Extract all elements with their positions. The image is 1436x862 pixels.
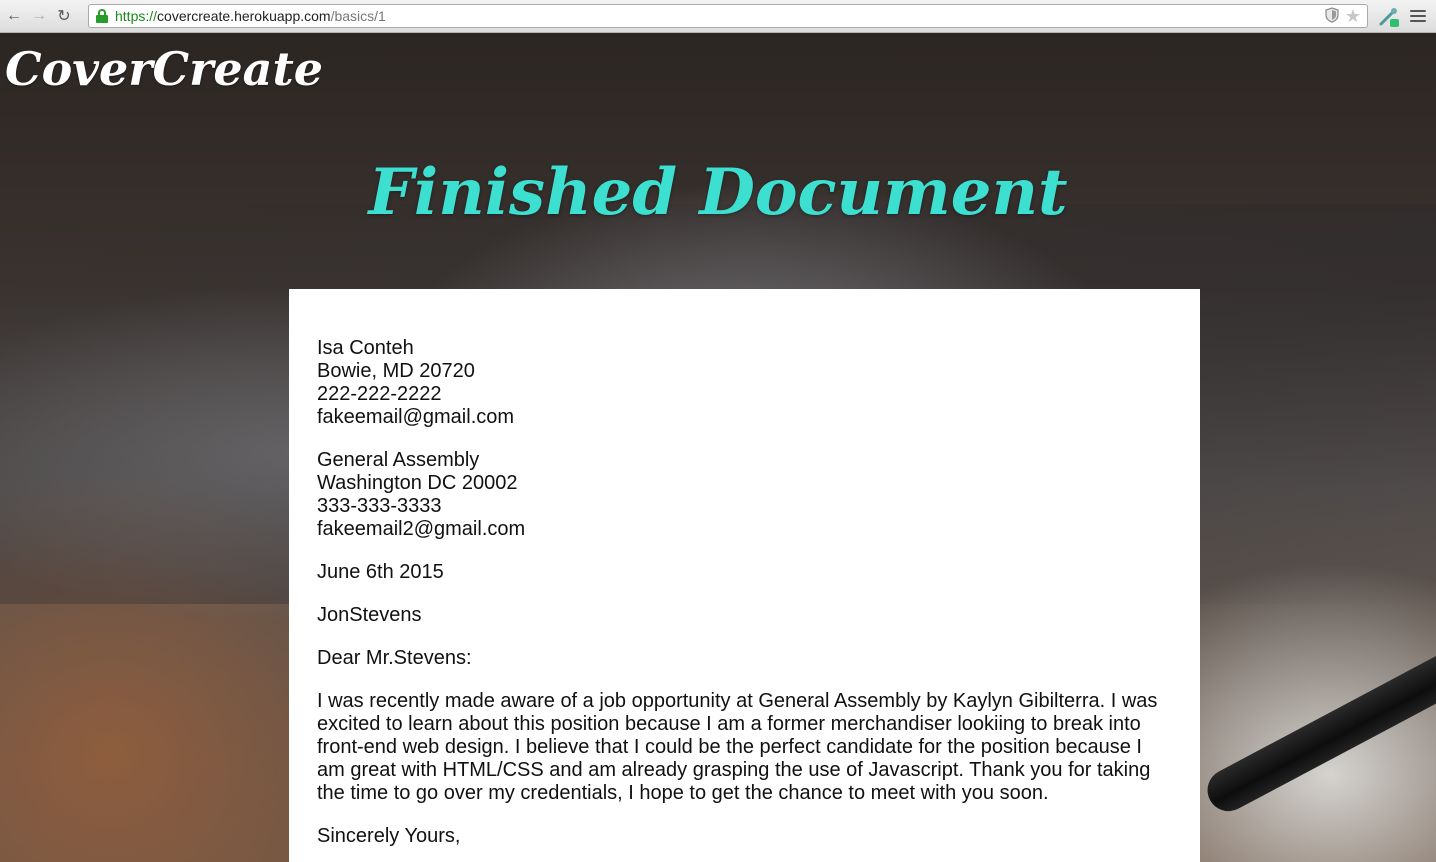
address-bar[interactable]: https://covercreate.herokuapp.com/basics…: [88, 4, 1368, 28]
extension-icon[interactable]: [1378, 6, 1400, 28]
url-scheme: https://: [115, 8, 158, 24]
letter-date: June 6th 2015: [317, 561, 444, 583]
browser-toolbar: ← → ↻ https://covercreate.herokuapp.com /…: [0, 0, 1436, 33]
bookmark-star-icon[interactable]: ★: [1345, 7, 1361, 25]
salutation: Dear Mr.Stevens:: [317, 647, 472, 669]
sender-phone: 222-222-2222: [317, 383, 442, 405]
recipient-address-block: General Assembly Washington DC 20002 333…: [317, 449, 1172, 541]
sender-name: Isa Conteh: [317, 337, 414, 359]
background-photo-pen: [1200, 640, 1436, 819]
lock-icon: [95, 9, 109, 23]
reload-icon[interactable]: ↻: [53, 5, 75, 27]
sender-city: Bowie, MD 20720: [317, 360, 475, 382]
recipient-company: General Assembly: [317, 449, 480, 471]
closing: Sincerely Yours,: [317, 825, 461, 847]
cover-letter-document: Isa Conteh Bowie, MD 20720 222-222-2222 …: [289, 289, 1200, 862]
sender-address-block: Isa Conteh Bowie, MD 20720 222-222-2222 …: [317, 337, 1172, 429]
recipient-email: fakeemail2@gmail.com: [317, 518, 526, 540]
shield-icon[interactable]: [1325, 7, 1339, 23]
recipient-city: Washington DC 20002: [317, 472, 518, 494]
contact-name: JonStevens: [317, 604, 422, 626]
url-path: /basics/1: [330, 8, 386, 24]
hamburger-menu-icon[interactable]: [1410, 8, 1426, 24]
page-title: Finished Document: [368, 155, 1068, 230]
sender-email: fakeemail@gmail.com: [317, 406, 515, 428]
brand-logo[interactable]: CoverCreate: [5, 42, 323, 96]
recipient-phone: 333-333-3333: [317, 495, 442, 517]
url-host: covercreate.herokuapp.com: [157, 8, 331, 24]
back-arrow-icon[interactable]: ←: [3, 5, 25, 27]
forward-arrow-icon[interactable]: →: [28, 5, 50, 27]
letter-body: I was recently made aware of a job oppor…: [317, 690, 1158, 804]
